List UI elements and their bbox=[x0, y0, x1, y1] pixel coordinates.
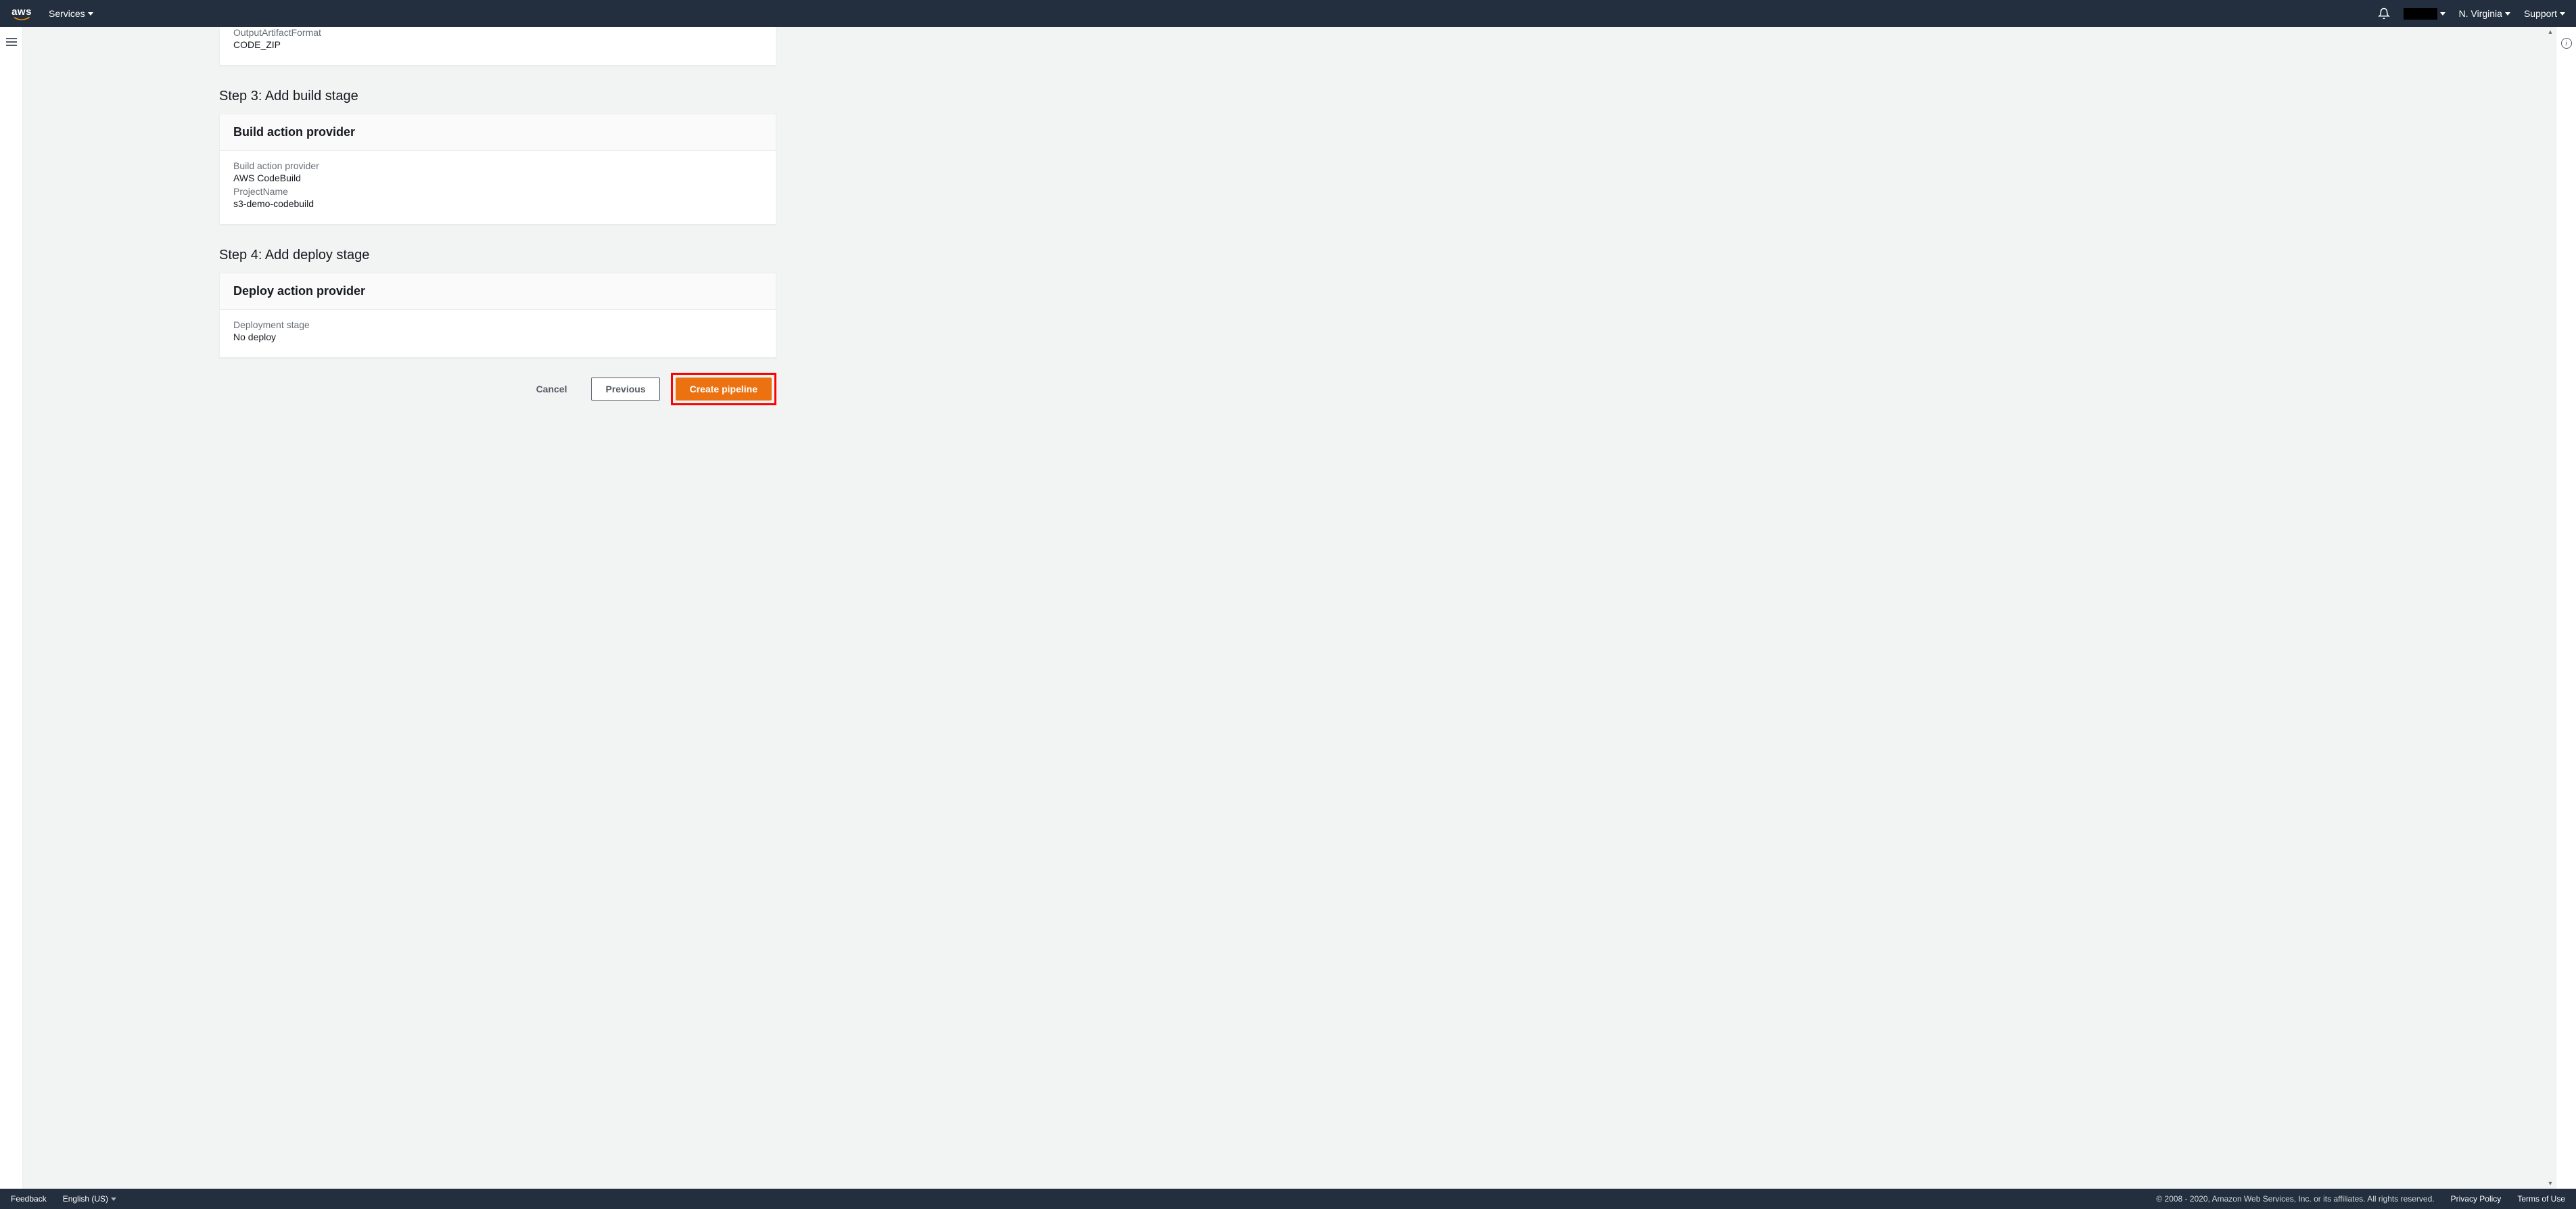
cancel-button[interactable]: Cancel bbox=[523, 378, 581, 400]
bell-icon bbox=[2378, 7, 2390, 20]
caret-down-icon bbox=[2505, 12, 2510, 16]
step3-heading: Step 3: Add build stage bbox=[219, 89, 776, 104]
top-navigation-bar: aws Services N. Virginia Support bbox=[0, 0, 2576, 27]
support-menu[interactable]: Support bbox=[2524, 8, 2565, 19]
output-artifact-format-value: CODE_ZIP bbox=[233, 39, 762, 50]
aws-logo-text: aws bbox=[11, 7, 32, 17]
build-card-body: Build action provider AWS CodeBuild Proj… bbox=[220, 151, 776, 224]
aws-smile-icon bbox=[11, 17, 32, 21]
account-name-redacted bbox=[2404, 8, 2437, 20]
feedback-link[interactable]: Feedback bbox=[11, 1194, 47, 1204]
region-menu[interactable]: N. Virginia bbox=[2459, 8, 2510, 19]
caret-down-icon bbox=[2440, 12, 2445, 16]
footer-right-group: © 2008 - 2020, Amazon Web Services, Inc.… bbox=[2156, 1194, 2565, 1204]
copyright-text: © 2008 - 2020, Amazon Web Services, Inc.… bbox=[2156, 1194, 2434, 1204]
deploy-card-body: Deployment stage No deploy bbox=[220, 310, 776, 357]
terms-of-use-link[interactable]: Terms of Use bbox=[2517, 1194, 2565, 1204]
deploy-stage-value: No deploy bbox=[233, 332, 762, 342]
project-name-value: s3-demo-codebuild bbox=[233, 198, 762, 209]
topbar-right-group: N. Virginia Support bbox=[2378, 7, 2565, 20]
footer-bar: Feedback English (US) © 2008 - 2020, Ama… bbox=[0, 1189, 2576, 1209]
step4-heading: Step 4: Add deploy stage bbox=[219, 248, 776, 263]
main-content-scroll[interactable]: ▴ OutputArtifactFormat CODE_ZIP Step 3: … bbox=[23, 27, 2556, 1189]
notifications-button[interactable] bbox=[2378, 7, 2390, 20]
services-menu[interactable]: Services bbox=[49, 8, 93, 19]
output-artifact-format-label: OutputArtifactFormat bbox=[233, 27, 762, 38]
caret-down-icon bbox=[2560, 12, 2565, 16]
build-card-title: Build action provider bbox=[233, 125, 762, 139]
deploy-stage-label: Deployment stage bbox=[233, 319, 762, 330]
feedback-label: Feedback bbox=[11, 1194, 47, 1204]
topbar-left-group: aws Services bbox=[11, 7, 93, 21]
caret-down-icon bbox=[111, 1197, 116, 1201]
account-menu[interactable] bbox=[2404, 8, 2445, 20]
terms-label: Terms of Use bbox=[2517, 1194, 2565, 1204]
language-label: English (US) bbox=[63, 1194, 108, 1204]
region-label: N. Virginia bbox=[2459, 8, 2502, 19]
create-pipeline-button[interactable]: Create pipeline bbox=[676, 378, 772, 401]
deploy-card-header: Deploy action provider bbox=[220, 273, 776, 310]
build-provider-value: AWS CodeBuild bbox=[233, 173, 762, 183]
info-icon: i bbox=[2561, 38, 2572, 49]
source-stage-card-remainder: OutputArtifactFormat CODE_ZIP bbox=[219, 27, 776, 66]
caret-down-icon bbox=[88, 12, 93, 16]
deploy-card-title: Deploy action provider bbox=[233, 284, 762, 298]
build-provider-label: Build action provider bbox=[233, 160, 762, 171]
privacy-policy-link[interactable]: Privacy Policy bbox=[2451, 1194, 2502, 1204]
services-label: Services bbox=[49, 8, 85, 19]
build-card-header: Build action provider bbox=[220, 114, 776, 151]
scroll-down-arrow[interactable]: ▾ bbox=[2546, 1180, 2555, 1187]
language-selector[interactable]: English (US) bbox=[63, 1194, 116, 1204]
aws-logo[interactable]: aws bbox=[11, 7, 32, 21]
content-wrapper: OutputArtifactFormat CODE_ZIP Step 3: Ad… bbox=[219, 27, 776, 432]
info-panel-toggle[interactable]: i bbox=[2556, 27, 2576, 1189]
support-label: Support bbox=[2524, 8, 2557, 19]
create-pipeline-highlight: Create pipeline bbox=[671, 373, 776, 405]
footer-left-group: Feedback English (US) bbox=[11, 1194, 116, 1204]
scroll-up-arrow[interactable]: ▴ bbox=[2546, 28, 2555, 36]
wizard-actions-row: Cancel Previous Create pipeline bbox=[219, 373, 776, 405]
previous-button[interactable]: Previous bbox=[591, 378, 659, 401]
privacy-label: Privacy Policy bbox=[2451, 1194, 2502, 1204]
sidebar-toggle[interactable] bbox=[0, 27, 23, 1189]
hamburger-icon bbox=[6, 38, 17, 46]
deploy-stage-card: Deploy action provider Deployment stage … bbox=[219, 273, 776, 358]
project-name-label: ProjectName bbox=[233, 186, 762, 197]
build-stage-card: Build action provider Build action provi… bbox=[219, 114, 776, 225]
main-layout: ▴ OutputArtifactFormat CODE_ZIP Step 3: … bbox=[0, 27, 2576, 1189]
